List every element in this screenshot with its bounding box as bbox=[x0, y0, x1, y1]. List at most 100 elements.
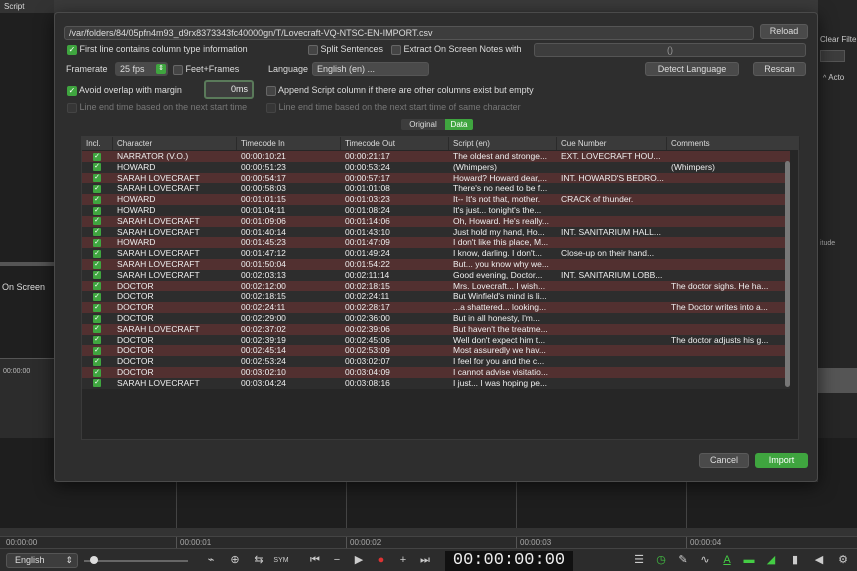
table-row[interactable]: DOCTOR 00:02:39:19 00:02:45:06 Well don't e… bbox=[82, 334, 790, 346]
cancel-button[interactable]: Cancel bbox=[699, 453, 749, 468]
include-checkbox[interactable] bbox=[93, 357, 101, 366]
include-checkbox[interactable] bbox=[93, 325, 101, 334]
include-checkbox[interactable] bbox=[93, 292, 101, 301]
table-row[interactable]: HOWARD 00:01:04:11 00:01:08:24 It's just...… bbox=[82, 205, 790, 216]
table-row[interactable]: DOCTOR 00:02:18:15 00:02:24:11 But Winfield… bbox=[82, 291, 790, 303]
skip-back-icon[interactable]: ⏮ bbox=[306, 553, 324, 568]
tab-data[interactable]: Data bbox=[445, 119, 473, 130]
tab-original[interactable]: Original bbox=[401, 119, 445, 130]
line-end-same-checkbox[interactable]: Line end time based on the next start ti… bbox=[266, 102, 521, 113]
table-row[interactable]: SARAH LOVECRAFT 00:01:09:06 00:01:14:06 Oh,… bbox=[82, 215, 790, 227]
include-checkbox[interactable] bbox=[93, 206, 101, 215]
list-icon[interactable]: ☰ bbox=[630, 553, 648, 568]
waveform-icon[interactable]: ∿ bbox=[696, 553, 714, 568]
append-script-checkbox[interactable]: Append Script column if there are other … bbox=[266, 85, 534, 96]
include-checkbox[interactable] bbox=[93, 249, 101, 258]
settings-icon[interactable]: ⚙ bbox=[834, 553, 852, 568]
table-row[interactable]: SARAH LOVECRAFT 00:01:47:12 00:01:49:24 I k… bbox=[82, 248, 790, 259]
table-row[interactable]: SARAH LOVECRAFT 00:01:50:04 00:01:54:22 But… bbox=[82, 259, 790, 270]
columns-icon[interactable]: ▮ bbox=[786, 553, 804, 568]
actor-column-header[interactable]: ^ Acto bbox=[823, 73, 844, 82]
split-sentences-checkbox[interactable]: Split Sentences bbox=[308, 44, 383, 55]
feet-frames-checkbox[interactable]: Feet+Frames bbox=[173, 64, 239, 75]
panel-divider[interactable] bbox=[0, 262, 54, 266]
timeline-ruler[interactable]: 00:00:00 00:00:01 00:00:02 00:00:03 00:0… bbox=[0, 536, 857, 549]
include-checkbox[interactable] bbox=[93, 282, 101, 291]
include-checkbox[interactable] bbox=[93, 260, 101, 269]
include-checkbox[interactable] bbox=[93, 368, 101, 377]
include-checkbox[interactable] bbox=[93, 238, 101, 247]
table-row[interactable]: SARAH LOVECRAFT 00:00:54:17 00:00:57:17 How… bbox=[82, 172, 790, 184]
extract-notes-field[interactable]: () bbox=[534, 43, 806, 57]
filter-input[interactable] bbox=[820, 50, 845, 62]
include-checkbox[interactable] bbox=[93, 379, 101, 388]
language-select[interactable]: English ⇕ bbox=[6, 553, 78, 568]
include-checkbox[interactable] bbox=[93, 163, 101, 172]
table-row[interactable]: DOCTOR 00:02:29:00 00:02:36:00 But in all h… bbox=[82, 313, 790, 324]
include-checkbox[interactable] bbox=[93, 346, 101, 355]
include-checkbox[interactable] bbox=[93, 184, 101, 193]
table-row[interactable]: DOCTOR 00:03:02:10 00:03:04:09 I cannot adv… bbox=[82, 367, 790, 378]
skip-forward-icon[interactable]: ⏭ bbox=[416, 553, 434, 568]
sync-icon[interactable]: SYM bbox=[272, 553, 290, 568]
record-icon[interactable]: ● bbox=[372, 553, 390, 568]
column-header[interactable]: Timecode In bbox=[237, 137, 341, 150]
include-checkbox[interactable] bbox=[93, 152, 101, 161]
reload-button[interactable]: Reload bbox=[760, 24, 808, 39]
slider-thumb[interactable] bbox=[90, 556, 98, 564]
include-checkbox[interactable] bbox=[93, 195, 101, 204]
table-row[interactable]: HOWARD 00:01:01:15 00:01:03:23 It-- It's no… bbox=[82, 194, 790, 205]
table-row[interactable]: SARAH LOVECRAFT 00:02:37:02 00:02:39:06 But… bbox=[82, 323, 790, 335]
include-checkbox[interactable] bbox=[93, 314, 101, 323]
plus-icon[interactable]: + bbox=[394, 553, 412, 568]
import-button[interactable]: Import bbox=[755, 453, 808, 468]
link-icon[interactable]: ⌁ bbox=[202, 553, 220, 568]
marker-icon[interactable]: ◢ bbox=[762, 553, 780, 568]
clear-filter-button[interactable]: Clear Filte bbox=[820, 35, 856, 44]
table-row[interactable]: SARAH LOVECRAFT 00:02:03:13 00:02:11:14 Goo… bbox=[82, 269, 790, 281]
line-end-next-checkbox[interactable]: Line end time based on the next start ti… bbox=[67, 102, 247, 113]
column-header[interactable]: Cue Number bbox=[557, 137, 667, 150]
table-row[interactable]: DOCTOR 00:02:53:24 00:03:02:07 I feel for y… bbox=[82, 356, 790, 367]
extract-notes-checkbox[interactable]: Extract On Screen Notes with bbox=[391, 44, 522, 55]
loop-icon[interactable]: ⇆ bbox=[250, 553, 268, 568]
highlight-icon[interactable]: ▬ bbox=[740, 553, 758, 568]
column-header[interactable]: Script (en) bbox=[449, 137, 557, 150]
table-row[interactable]: DOCTOR 00:02:45:14 00:02:53:09 Most assured… bbox=[82, 345, 790, 357]
timecode-display[interactable]: 00:00:00:00 bbox=[445, 551, 573, 571]
avoid-overlap-checkbox[interactable]: Avoid overlap with margin bbox=[67, 85, 182, 96]
first-line-checkbox[interactable]: First line contains column type informat… bbox=[67, 44, 248, 55]
table-row[interactable]: SARAH LOVECRAFT 00:01:40:14 00:01:43:10 Jus… bbox=[82, 226, 790, 238]
zoom-icon[interactable]: ⊕ bbox=[226, 553, 244, 568]
include-checkbox[interactable] bbox=[93, 336, 101, 345]
table-row[interactable]: SARAH LOVECRAFT 00:00:58:03 00:01:01:08 The… bbox=[82, 183, 790, 195]
table-row[interactable]: HOWARD 00:00:51:23 00:00:53:24 (Whimpers) (W… bbox=[82, 161, 790, 173]
language-field[interactable]: English (en) ... bbox=[312, 62, 429, 76]
column-header[interactable]: Timecode Out bbox=[341, 137, 449, 150]
include-checkbox[interactable] bbox=[93, 228, 101, 237]
volume-slider[interactable] bbox=[84, 560, 188, 562]
column-header[interactable]: Comments bbox=[667, 137, 800, 150]
table-row[interactable]: NARRATOR (V.O.) 00:00:10:21 00:00:21:17 The… bbox=[82, 151, 790, 162]
file-path-field[interactable]: /var/folders/84/05pfn4m93_d9rx8373343fc4… bbox=[64, 26, 754, 40]
framerate-select[interactable]: 25 fps ⇕ bbox=[115, 62, 168, 76]
table-row[interactable]: DOCTOR 00:02:24:11 00:02:28:17 ...a shatter… bbox=[82, 302, 790, 313]
rescan-button[interactable]: Rescan bbox=[753, 62, 806, 76]
include-checkbox[interactable] bbox=[93, 271, 101, 280]
detect-language-button[interactable]: Detect Language bbox=[645, 62, 739, 76]
speaker-icon[interactable]: ◀ bbox=[810, 553, 828, 568]
margin-field[interactable]: 0ms bbox=[204, 80, 254, 99]
table-scrollbar[interactable] bbox=[785, 161, 790, 387]
include-checkbox[interactable] bbox=[93, 303, 101, 312]
column-header[interactable]: Character bbox=[113, 137, 237, 150]
table-row[interactable]: HOWARD 00:01:45:23 00:01:47:09 I don't like… bbox=[82, 237, 790, 249]
text-color-icon[interactable]: A bbox=[718, 553, 736, 568]
table-row[interactable]: SARAH LOVECRAFT 00:03:04:24 00:03:08:16 I j… bbox=[82, 377, 790, 389]
clock-icon[interactable]: ◷ bbox=[652, 553, 670, 568]
play-icon[interactable]: ▶ bbox=[350, 553, 368, 568]
include-checkbox[interactable] bbox=[93, 174, 101, 183]
column-header[interactable]: Incl. bbox=[82, 137, 113, 150]
include-checkbox[interactable] bbox=[93, 217, 101, 226]
table-row[interactable]: DOCTOR 00:02:12:00 00:02:18:15 Mrs. Lovecra… bbox=[82, 280, 790, 292]
minus-icon[interactable]: − bbox=[328, 553, 346, 568]
